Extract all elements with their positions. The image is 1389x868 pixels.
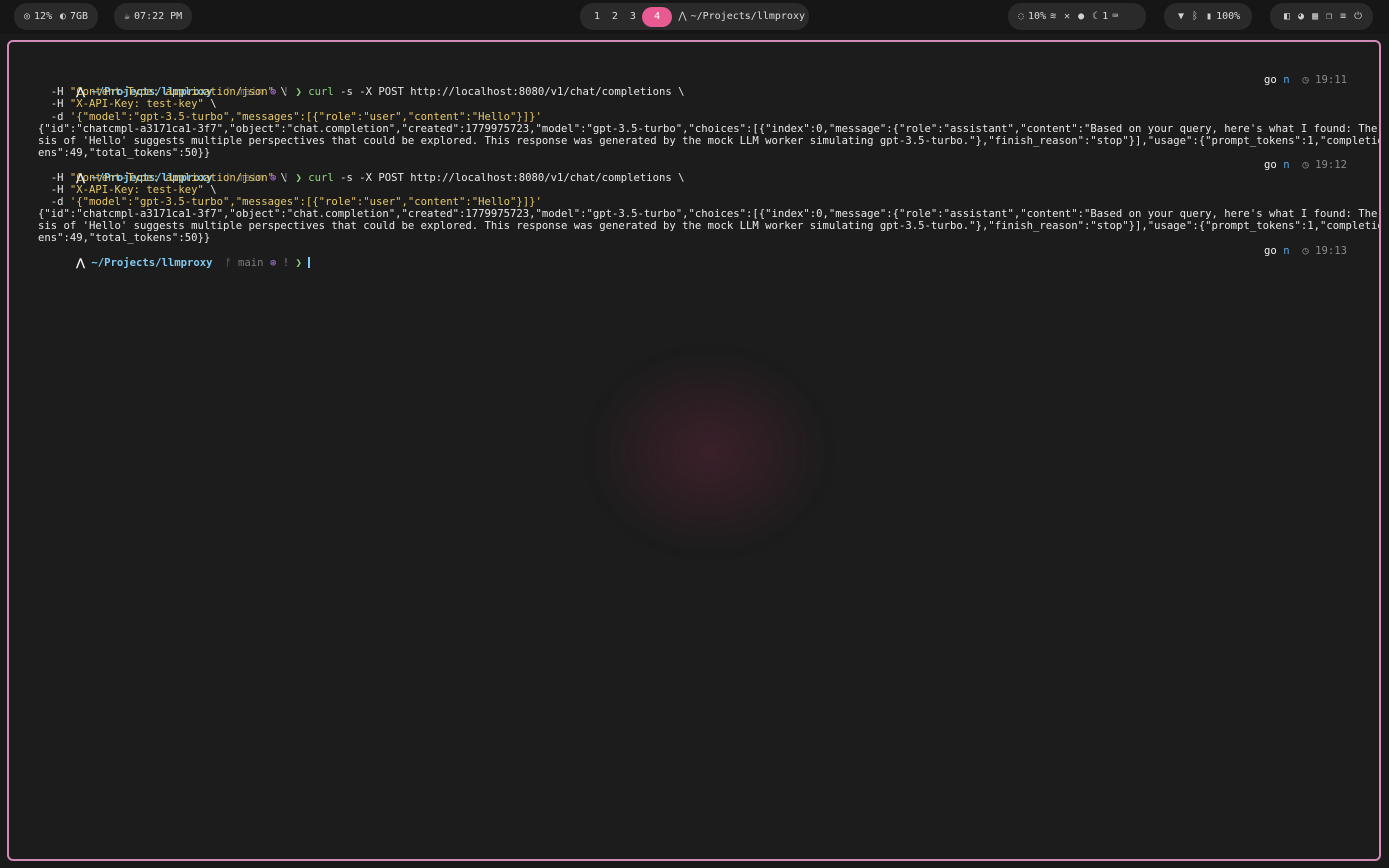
git-branch: main [238,256,264,269]
keyboard-icon[interactable]: ⌨ [1112,11,1118,22]
right-prompt: go n ◷ 19:11 [1264,74,1347,86]
prompt-line: ⋀ ~/Projects/llmproxy ᚠ main ⊛ ! ❯ curl … [76,74,1347,99]
cpu-usage: 12% [34,11,53,22]
prompt-line: ⋀ ~/Projects/llmproxy ᚠ main ⊛ ! ❯ curl … [76,159,1347,184]
command-line: -d '{"model":"gpt-3.5-turbo","messages":… [38,110,542,123]
wifi-signal-icon[interactable]: ▼ [1178,11,1184,22]
brightness-value: 10% [1028,11,1047,22]
command-time: 19:12 [1315,159,1347,172]
prompt-chevron: ❯ [289,256,309,269]
output-line: sis of 'Hello' suggests multiple perspec… [38,134,1381,147]
top-bar: ◎ 12% ◐ 7GB ☕ 07:22 PM 1 2 3 4 ⋀ ~/Proje… [0,0,1389,34]
clipboard-icon[interactable]: ❐ [1326,11,1332,22]
command-line: -H "X-API-Key: test-key" \ [38,98,217,111]
wallpaper-logo [579,342,839,562]
terminal-output: ⋀ ~/Projects/llmproxy ᚠ main ⊛ ! ❯ curl … [38,74,1381,269]
clock-widget[interactable]: ☕ 07:22 PM [114,3,192,30]
output-line: ens":49,"total_tokens":50}} [38,232,211,245]
current-prompt-line[interactable]: ⋀ ~/Projects/llmproxy ᚠ main ⊛ ! ❯ go n … [38,244,1358,269]
git-icon: ⊛ [263,256,283,269]
workspace-4[interactable]: 4 [641,6,673,27]
wifi-icon[interactable]: ≋ [1050,11,1056,22]
terminal-window[interactable]: ⋀ ~/Projects/llmproxy ᚠ main ⊛ ! ❯ curl … [7,40,1381,861]
menu-icon[interactable]: ≡ [1340,11,1346,22]
output-line: {"id":"chatcmpl-a3171ca1-3f7","object":"… [38,122,1381,135]
system-tray: ◌ 10% ≋ ✕ ● ☾ 1 ⌨ [1008,3,1146,30]
command-line: -H "X-API-Key: test-key" \ [38,183,217,196]
brightness-icon[interactable]: ◌ [1018,11,1024,22]
network-battery: ▼ ᛒ ▮ 100% [1164,3,1252,30]
workspace-2[interactable]: 2 [606,11,624,22]
clock-time: 07:22 PM [134,11,183,22]
right-prompt: go n ◷ 19:13 [1264,244,1347,257]
output-line: {"id":"chatcmpl-a3171ca1-3f7","object":"… [38,208,1381,221]
command-line: -H "Content-Type: application/json" \ [38,171,287,184]
command-time: 19:11 [1315,74,1347,86]
output-line: sis of 'Hello' suggests multiple perspec… [38,220,1381,233]
command-time: 19:13 [1315,244,1347,257]
arch-icon: ⋀ [76,256,92,269]
memory-usage: 7GB [69,11,88,22]
coffee-icon: ☕ [124,11,131,22]
command-line: -H "Content-Type: application/json" \ [38,86,287,99]
mic-icon[interactable]: ● [1078,11,1084,22]
layout-icon[interactable]: ▦ [1312,11,1318,22]
right-prompt: go n ◷ 19:12 [1264,159,1347,172]
quick-actions: ◧ ◕ ▦ ❐ ≡ ⏻ [1270,3,1373,30]
prompt-path: ~/Projects/llmproxy [91,256,213,269]
battery-value: 100% [1216,11,1241,22]
window-title: ~/Projects/llmproxy [690,11,805,22]
clock-icon: ◷ [1302,159,1316,172]
clock-icon: ◷ [1302,74,1316,86]
mute-icon[interactable]: ✕ [1064,11,1070,22]
notification-count: 1 [1102,11,1109,22]
battery-icon: ▮ [1206,11,1213,22]
output-line: ens":49,"total_tokens":50}} [38,147,211,160]
screenshot-icon[interactable]: ◧ [1284,11,1290,22]
resource-monitor[interactable]: ◎ 12% ◐ 7GB [14,3,98,30]
moon-icon[interactable]: ☾ [1092,11,1098,22]
workspace-3[interactable]: 3 [624,11,642,22]
cpu-icon: ◎ [24,11,31,22]
power-icon[interactable]: ⏻ [1354,11,1362,22]
bluetooth-icon[interactable]: ᛒ [1192,11,1198,22]
clock-icon: ◷ [1302,244,1316,257]
arch-icon: ⋀ [678,11,687,22]
command-line: -d '{"model":"gpt-3.5-turbo","messages":… [38,195,542,208]
workspace-switcher: 1 2 3 4 ⋀ ~/Projects/llmproxy [580,3,809,30]
workspace-1[interactable]: 1 [588,11,606,22]
text-cursor[interactable] [308,257,311,269]
palette-icon[interactable]: ◕ [1298,11,1304,22]
memory-icon: ◐ [59,11,66,22]
